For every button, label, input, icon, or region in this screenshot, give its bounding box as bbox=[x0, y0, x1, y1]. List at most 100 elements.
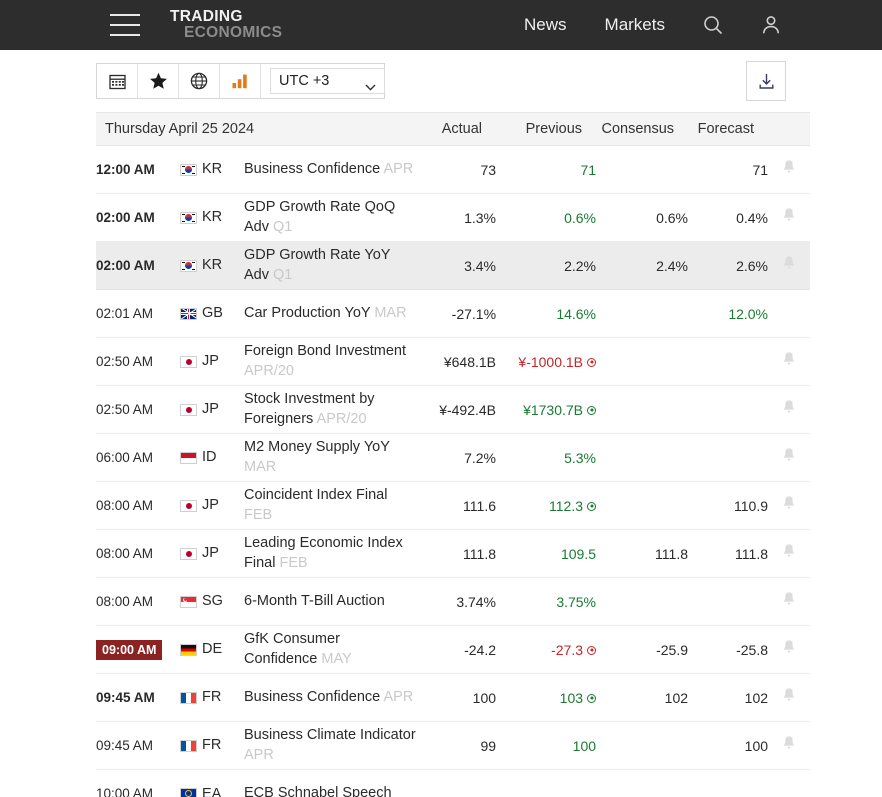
event-name-cell[interactable]: GfK Consumer Confidence MAY bbox=[244, 625, 417, 674]
actual-value-value: 7.2% bbox=[464, 449, 497, 466]
table-row[interactable]: 08:00 AM JP Coincident Index Final FEB 111.… bbox=[96, 481, 811, 530]
event-time-text: 06:00 AM bbox=[96, 450, 154, 465]
table-row[interactable]: 08:00 AM JP Leading Economic Index Final F… bbox=[96, 529, 811, 578]
table-row[interactable]: 02:01 AM GB Car Production YoY MAR -27.1% 14… bbox=[96, 289, 811, 338]
event-name-cell[interactable]: Foreign Bond Investment APR/20 bbox=[244, 337, 417, 386]
country-cell[interactable]: EA bbox=[180, 770, 244, 797]
country-cell[interactable]: DE bbox=[180, 625, 244, 674]
hamburger-menu-icon[interactable] bbox=[110, 14, 140, 36]
country-cell[interactable]: SG bbox=[180, 577, 244, 626]
bell-icon[interactable] bbox=[782, 447, 796, 468]
actual-value: 1.3% bbox=[416, 193, 497, 242]
alert-cell[interactable] bbox=[768, 577, 811, 626]
bell-icon[interactable] bbox=[782, 351, 796, 372]
country-cell[interactable]: FR bbox=[180, 673, 244, 722]
event-name-cell[interactable]: Stock Investment by Foreigners APR/20 bbox=[244, 385, 417, 434]
event-name-cell[interactable]: GDP Growth Rate QoQ Adv Q1 bbox=[244, 193, 417, 242]
bell-icon[interactable] bbox=[782, 159, 796, 180]
event-name-cell[interactable]: Business Confidence APR bbox=[244, 145, 417, 194]
column-header-consensus[interactable]: Consensus bbox=[596, 112, 689, 146]
alert-cell[interactable] bbox=[768, 337, 811, 386]
nav-link-news[interactable]: News bbox=[505, 15, 586, 35]
bell-glyph bbox=[783, 736, 795, 749]
event-name-cell[interactable]: Coincident Index Final FEB bbox=[244, 481, 417, 530]
event-name-cell[interactable]: Business Climate Indicator APR bbox=[244, 721, 417, 770]
alert-cell[interactable] bbox=[768, 241, 811, 290]
previous-value-value: 0.6% bbox=[564, 209, 597, 226]
event-name-cell[interactable]: M2 Money Supply YoY MAR bbox=[244, 433, 417, 482]
previous-value: 14.6% bbox=[496, 289, 597, 338]
country-cell[interactable]: JP bbox=[180, 481, 244, 530]
event-name-cell[interactable]: GDP Growth Rate YoY Adv Q1 bbox=[244, 241, 417, 290]
country-cell[interactable]: KR bbox=[180, 145, 244, 194]
country-cell[interactable]: JP bbox=[180, 337, 244, 386]
favorites-button[interactable] bbox=[138, 64, 179, 98]
country-code: FR bbox=[202, 689, 222, 706]
bar-chart-icon[interactable] bbox=[220, 64, 261, 98]
country-cell[interactable]: JP bbox=[180, 529, 244, 578]
bell-icon[interactable] bbox=[782, 591, 796, 612]
bell-icon[interactable] bbox=[782, 735, 796, 756]
event-name-cell[interactable]: 6-Month T-Bill Auction bbox=[244, 577, 417, 626]
column-header-forecast[interactable]: Forecast bbox=[688, 112, 769, 146]
country-cell[interactable]: KR bbox=[180, 193, 244, 242]
search-icon[interactable] bbox=[684, 14, 742, 36]
alert-cell[interactable] bbox=[768, 721, 811, 770]
download-button[interactable] bbox=[746, 61, 786, 101]
table-row[interactable]: 02:50 AM JP Stock Investment by Foreigners… bbox=[96, 385, 811, 434]
bell-icon[interactable] bbox=[782, 207, 796, 228]
column-header-actual[interactable]: Actual bbox=[416, 112, 497, 146]
country-cell[interactable]: JP bbox=[180, 385, 244, 434]
consensus-value-value: -25.9 bbox=[656, 641, 689, 658]
revised-value-icon bbox=[587, 693, 597, 703]
alert-cell[interactable] bbox=[768, 385, 811, 434]
alert-cell[interactable] bbox=[768, 625, 811, 674]
alert-cell[interactable] bbox=[768, 481, 811, 530]
actual-value-value: 99 bbox=[480, 737, 497, 754]
bell-icon[interactable] bbox=[782, 639, 796, 660]
nav-link-markets[interactable]: Markets bbox=[586, 15, 684, 35]
globe-icon[interactable] bbox=[179, 64, 220, 98]
user-account-icon[interactable] bbox=[742, 14, 882, 36]
alert-cell[interactable] bbox=[768, 673, 811, 722]
table-row[interactable]: 10:00 AM EA ECB Schnabel Speech bbox=[96, 770, 810, 797]
table-row[interactable]: 02:00 AM KR GDP Growth Rate QoQ Adv Q1 1.3%… bbox=[96, 193, 811, 242]
alert-cell[interactable] bbox=[768, 529, 811, 578]
table-row[interactable]: 06:00 AM ID M2 Money Supply YoY MAR 7.2% 5.3… bbox=[96, 433, 811, 482]
event-name-cell[interactable]: Business Confidence APR bbox=[244, 673, 417, 722]
previous-value-value: 14.6% bbox=[556, 305, 597, 322]
country-cell[interactable]: GB bbox=[180, 289, 244, 338]
event-name-cell[interactable]: ECB Schnabel Speech bbox=[244, 770, 416, 797]
table-row[interactable]: 09:45 AM FR Business Climate Indicator APR… bbox=[96, 721, 811, 770]
actual-value-value: ¥648.1B bbox=[443, 353, 497, 370]
site-logo[interactable]: TRADING ECONOMICS bbox=[170, 9, 282, 41]
event-reference-period: MAR bbox=[244, 458, 277, 475]
consensus-value bbox=[596, 481, 689, 530]
bell-glyph bbox=[783, 352, 795, 365]
country-cell[interactable]: FR bbox=[180, 721, 244, 770]
table-row[interactable]: 02:50 AM JP Foreign Bond Investment APR/20… bbox=[96, 337, 811, 386]
event-name: M2 Money Supply YoY bbox=[244, 439, 390, 456]
timezone-select[interactable]: UTC -12UTC -5UTC +0UTC +1UTC +2UTC +3UTC… bbox=[270, 68, 385, 94]
bell-icon[interactable] bbox=[782, 495, 796, 516]
table-row[interactable]: 08:00 AM SG 6-Month T-Bill Auction 3.74% 3.7… bbox=[96, 577, 811, 626]
country-cell[interactable]: ID bbox=[180, 433, 244, 482]
country-cell[interactable]: KR bbox=[180, 241, 244, 290]
alert-cell[interactable] bbox=[768, 145, 811, 194]
calendar-view-button[interactable] bbox=[97, 64, 138, 98]
table-row[interactable]: 02:00 AM KR GDP Growth Rate YoY Adv Q1 3.4%… bbox=[96, 241, 811, 290]
event-time-cell: 09:45 AM bbox=[96, 673, 180, 722]
table-row[interactable]: 09:45 AM FR Business Confidence APR 100 103 1… bbox=[96, 673, 811, 722]
table-row[interactable]: 12:00 AM KR Business Confidence APR 73 71 71 bbox=[96, 145, 811, 194]
alert-cell[interactable] bbox=[768, 433, 811, 482]
bell-icon[interactable] bbox=[782, 543, 796, 564]
column-header-previous[interactable]: Previous bbox=[496, 112, 597, 146]
bell-icon[interactable] bbox=[782, 687, 796, 708]
table-row[interactable]: 09:00 AM DE GfK Consumer Confidence MAY -24… bbox=[96, 625, 811, 674]
bell-icon[interactable] bbox=[782, 255, 796, 276]
event-name-cell[interactable]: Leading Economic Index Final FEB bbox=[244, 529, 417, 578]
bell-icon[interactable] bbox=[782, 399, 796, 420]
event-name-cell[interactable]: Car Production YoY MAR bbox=[244, 289, 417, 338]
alert-cell[interactable] bbox=[768, 193, 811, 242]
forecast-value-value: 0.4% bbox=[736, 209, 769, 226]
